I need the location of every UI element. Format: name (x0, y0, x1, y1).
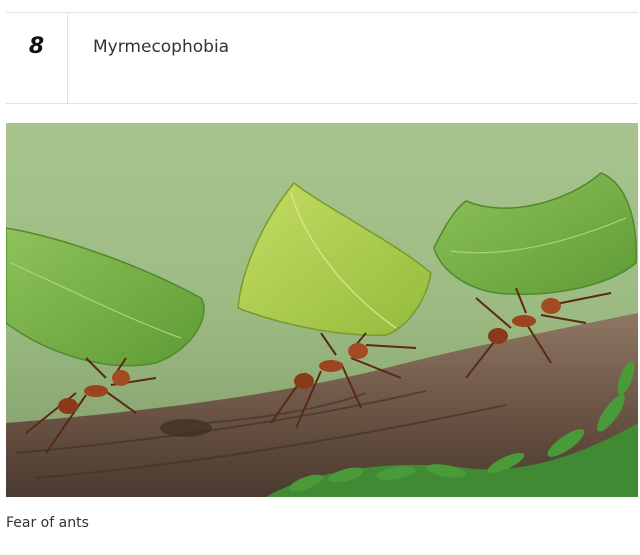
item-title: Myrmecophobia (93, 37, 230, 57)
ants-photo (6, 123, 638, 497)
list-item-page: 8 Myrmecophobia Fear of ants (0, 0, 640, 555)
list-item-header: 8 Myrmecophobia (6, 12, 638, 104)
item-number-text: 8 (28, 33, 45, 59)
leafcutter-ants-illustration (6, 123, 638, 497)
image-caption: Fear of ants (6, 515, 89, 531)
item-number: 8 (6, 13, 68, 103)
